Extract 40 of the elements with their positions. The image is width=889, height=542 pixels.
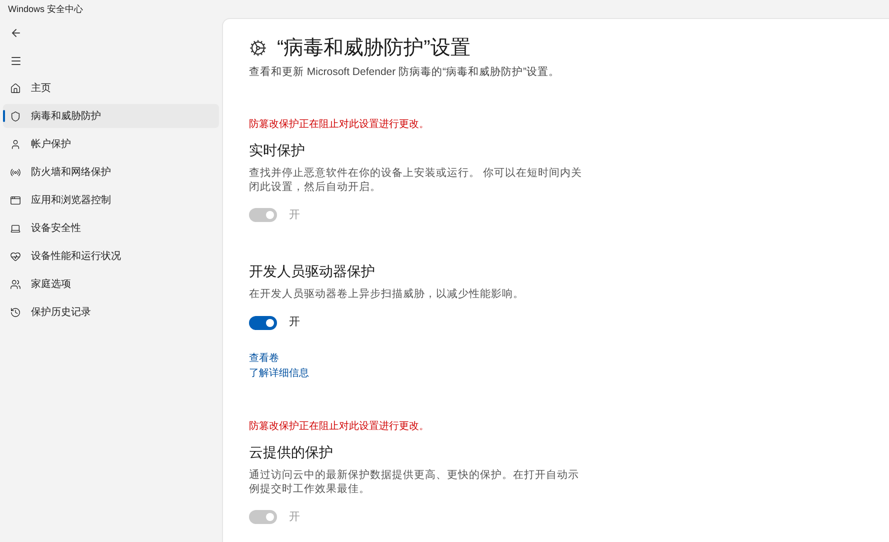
section-heading: 开发人员驱动器保护 [249, 262, 376, 282]
page-title: “病毒和威胁防护”设置 [277, 36, 470, 61]
link[interactable]: 了解详细信息 [249, 366, 309, 381]
page-subtitle: 查看和更新 Microsoft Defender 防病毒的“病毒和威胁防护”设置。 [249, 65, 561, 80]
section-description: 查找并停止恶意软件在你的设备上安装或运行。 你可以在短时间内关闭此设置，然后自动开启。 [249, 166, 583, 194]
house-icon [10, 82, 21, 94]
sidebar-item[interactable]: 防火墙和网络保护 [3, 160, 219, 184]
sidebar-item[interactable]: 应用和浏览器控制 [3, 188, 219, 212]
window-icon [10, 194, 21, 206]
menu-button[interactable] [9, 54, 23, 68]
toggle-switch[interactable] [249, 316, 277, 330]
shield-icon [10, 110, 21, 122]
person-icon [10, 138, 21, 150]
sidebar-item[interactable]: 保护历史记录 [3, 300, 219, 324]
warning-text: 防篡改保护正在阻止对此设置进行更改。 [249, 118, 430, 132]
toggle-label: 开 [289, 208, 300, 223]
menu-icon [10, 55, 22, 67]
people-icon [10, 278, 21, 290]
window-title: Windows 安全中心 [7, 3, 84, 16]
sidebar-item[interactable]: 病毒和威胁防护 [3, 104, 219, 128]
back-icon [10, 27, 22, 39]
sidebar-item[interactable]: 主页 [3, 76, 219, 100]
laptop-icon [10, 222, 21, 234]
heart-pulse-icon [10, 250, 21, 262]
back-button[interactable] [9, 26, 23, 40]
selection-indicator [3, 110, 5, 122]
sidebar-item[interactable]: 帐户保护 [3, 132, 219, 156]
antenna-icon [10, 166, 21, 178]
toggle-label: 开 [289, 510, 300, 525]
section-heading: 实时保护 [249, 140, 306, 160]
history-icon [10, 306, 21, 318]
sidebar-item[interactable]: 设备安全性 [3, 216, 219, 240]
section-heading: 云提供的保护 [249, 442, 334, 462]
sidebar-item[interactable]: 家庭选项 [3, 272, 219, 296]
warning-text: 防篡改保护正在阻止对此设置进行更改。 [249, 420, 430, 434]
link[interactable]: 查看卷 [249, 350, 279, 366]
section-description: 通过访问云中的最新保护数据提供更高、更快的保护。在打开自动示例提交时工作效果最佳。 [249, 468, 580, 496]
toggle-label: 开 [289, 315, 300, 330]
section-description: 在开发人员驱动器卷上异步扫描威胁，以减少性能影响。 [249, 287, 525, 302]
sidebar-item[interactable]: 设备性能和运行状况 [3, 244, 219, 268]
